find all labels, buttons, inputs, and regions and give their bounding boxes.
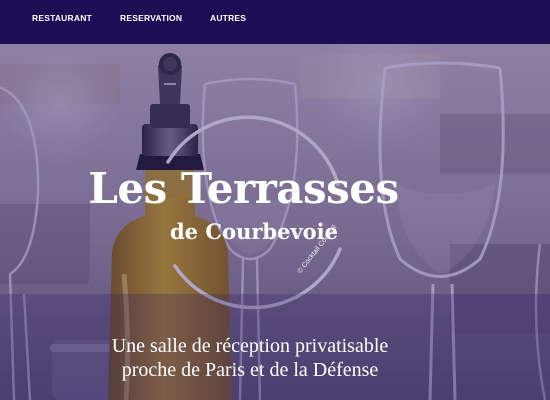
logo-title: Les Terrasses [88, 164, 399, 213]
tagline-line-1: Une salle de réception privatisable [111, 335, 389, 357]
top-navbar: RESTAURANT RESERVATION AUTRES [0, 0, 550, 44]
hero-tagline: Une salle de réception privatisable proc… [0, 334, 500, 382]
nav-link-reservation[interactable]: RESERVATION [120, 13, 182, 23]
page: RESTAURANT RESERVATION AUTRES Les Terras… [0, 0, 550, 400]
hero-section: Les Terrasses de Courbevoie © Cocktail C… [0, 44, 550, 400]
tagline-line-2: proche de Paris et de la Défense [121, 359, 379, 381]
logo-subtitle: de Courbevoie [170, 219, 338, 244]
nav-link-restaurant[interactable]: RESTAURANT [32, 13, 92, 23]
nav-link-autres[interactable]: AUTRES [210, 13, 246, 23]
